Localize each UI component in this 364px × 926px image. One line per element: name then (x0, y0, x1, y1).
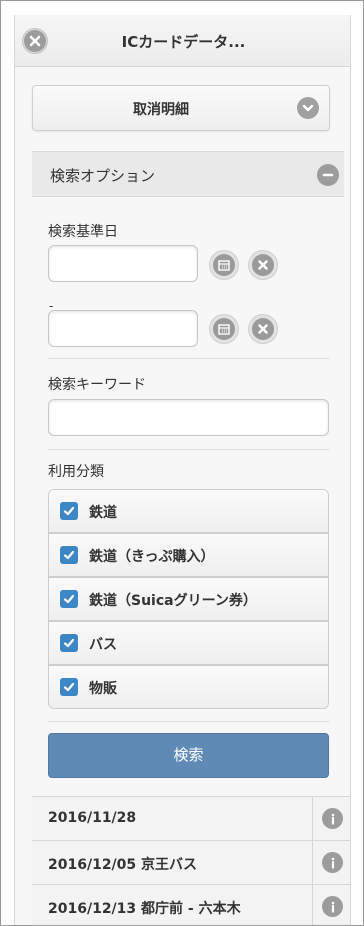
keyword-label: 検索キーワード (48, 377, 146, 393)
window-frame: ICカードデータ... 取消明細 検索オプション 検索基準日 - 検索キーワード… (0, 0, 364, 926)
result-item[interactable]: 2016/12/05 京王バス (32, 840, 350, 884)
keyword-input[interactable] (48, 399, 329, 436)
minus-icon (317, 164, 339, 186)
side-panel: ICカードデータ... 取消明細 検索オプション 検索基準日 - 検索キーワード… (14, 15, 351, 925)
clear-icon (252, 318, 274, 340)
close-icon (24, 30, 46, 52)
search-options-toggle[interactable]: 検索オプション (32, 151, 344, 197)
panel-header: ICカードデータ... (15, 15, 350, 67)
divider (48, 721, 329, 722)
date-from-input[interactable] (48, 245, 198, 282)
calendar-icon (213, 254, 235, 276)
calendar-button-from[interactable] (209, 250, 239, 280)
checkbox-checked-icon (60, 634, 78, 652)
search-button[interactable]: 検索 (48, 733, 329, 778)
info-icon (322, 852, 343, 873)
cancel-detail-label: 取消明細 (133, 102, 189, 118)
info-icon (322, 808, 343, 829)
panel-title: ICカードデータ... (121, 33, 246, 51)
category-checkbox-suica-green[interactable]: 鉄道（Suicaグリーン券） (48, 577, 329, 621)
chevron-down-icon (297, 97, 319, 119)
category-label-text: 物販 (89, 681, 117, 697)
result-info-button[interactable] (312, 885, 350, 925)
category-label-text: 鉄道（きっぷ購入） (89, 549, 215, 565)
search-options-label: 検索オプション (50, 167, 156, 185)
result-text: 2016/12/05 京王バス (48, 857, 198, 873)
result-text: 2016/12/13 都庁前 - 六本木 (48, 901, 241, 917)
cancel-detail-button[interactable]: 取消明細 (32, 85, 330, 131)
checkbox-checked-icon (60, 678, 78, 696)
result-item[interactable]: 2016/12/13 都庁前 - 六本木 (32, 884, 350, 925)
checkbox-checked-icon (60, 590, 78, 608)
clear-date-to-button[interactable] (248, 314, 278, 344)
result-info-button[interactable] (312, 841, 350, 884)
category-label-text: バス (89, 637, 117, 653)
results-list: 2016/11/28 2016/12/05 京王バス 2016/12/13 都庁… (32, 796, 350, 925)
clear-icon (252, 254, 274, 276)
close-button[interactable] (22, 28, 48, 54)
result-item[interactable]: 2016/11/28 (32, 796, 350, 840)
checkbox-checked-icon (60, 546, 78, 564)
category-checkbox-retail[interactable]: 物販 (48, 665, 329, 709)
category-label-text: 鉄道（Suicaグリーン券） (89, 593, 257, 609)
date-to-input[interactable] (48, 310, 198, 347)
date-label: 検索基準日 (48, 224, 118, 240)
divider (48, 358, 329, 359)
category-checkbox-bus[interactable]: バス (48, 621, 329, 665)
divider (48, 449, 329, 450)
calendar-button-to[interactable] (209, 314, 239, 344)
result-info-button[interactable] (312, 797, 350, 840)
category-checkbox-railway[interactable]: 鉄道 (48, 489, 329, 533)
clear-date-from-button[interactable] (248, 250, 278, 280)
category-label: 利用分類 (48, 464, 104, 480)
checkbox-checked-icon (60, 502, 78, 520)
calendar-icon (213, 318, 235, 340)
category-label-text: 鉄道 (89, 505, 117, 521)
info-icon (322, 896, 343, 917)
category-checkbox-ticket-purchase[interactable]: 鉄道（きっぷ購入） (48, 533, 329, 577)
result-text: 2016/11/28 (48, 810, 137, 826)
